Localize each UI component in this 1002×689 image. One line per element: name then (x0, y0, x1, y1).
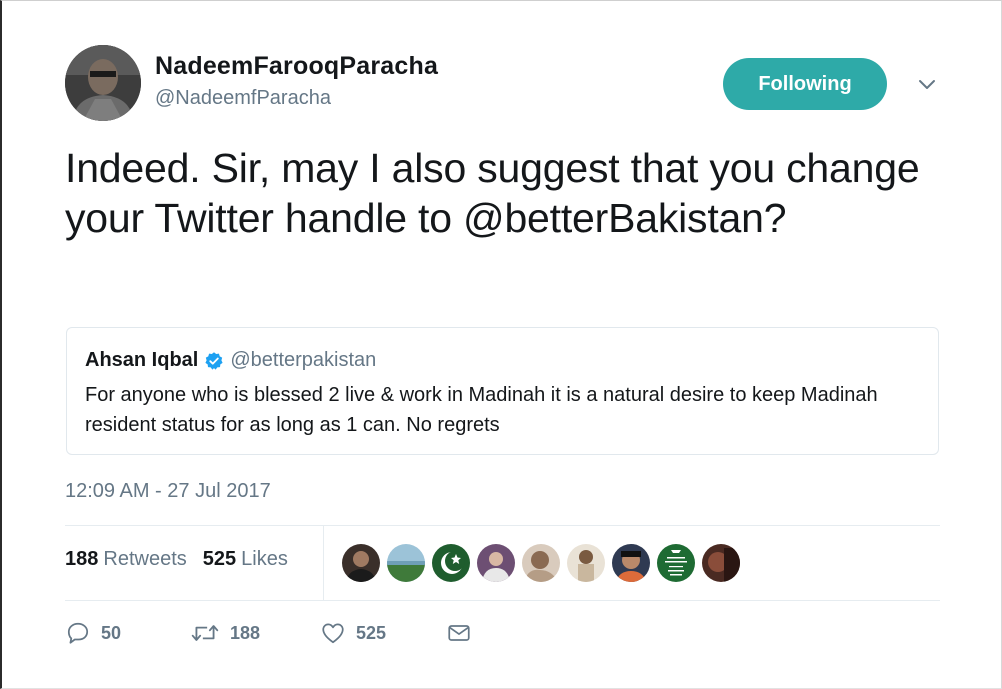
tweet-text: Indeed. Sir, may I also suggest that you… (65, 145, 920, 241)
retweet-icon (191, 625, 219, 641)
liker-avatars (342, 544, 747, 582)
quoted-author-name: Ahsan Iqbal (85, 349, 199, 371)
following-button[interactable]: Following (723, 58, 887, 110)
likes-label[interactable]: Likes (241, 548, 288, 571)
quoted-tweet-text: For anyone who is blessed 2 live & work … (85, 384, 878, 436)
quoted-tweet[interactable]: Ahsan Iqbal @betterpakistan For anyone w… (66, 327, 939, 455)
tweet-stats: 188 Retweets 525 Likes (65, 548, 288, 571)
author-handle[interactable]: @NadeemfParacha (155, 87, 331, 110)
heart-icon (322, 623, 344, 644)
author-display-name[interactable]: NadeemFarooqParacha (155, 52, 438, 81)
verified-badge-icon (205, 351, 223, 370)
retweet-count: 188 (230, 622, 261, 643)
liker-avatar-9[interactable] (702, 544, 740, 582)
tweet-actions: 50 188 525 (65, 620, 472, 646)
quoted-author-handle: @betterpakistan (230, 349, 377, 371)
envelope-icon (448, 625, 470, 641)
liker-avatar-1[interactable] (342, 544, 380, 582)
profile-photo-icon (65, 45, 141, 121)
likes-count[interactable]: 525 (203, 548, 236, 571)
retweet-button[interactable]: 188 (190, 620, 320, 646)
like-button[interactable]: 525 (320, 620, 446, 646)
direct-message-button[interactable] (446, 620, 472, 646)
liker-avatar-3[interactable] (432, 544, 470, 582)
liker-avatar-7[interactable] (612, 544, 650, 582)
actions-divider (65, 600, 940, 601)
reply-icon (67, 622, 89, 644)
reply-button[interactable]: 50 (65, 620, 185, 646)
liker-avatar-5[interactable] (522, 544, 560, 582)
retweets-count[interactable]: 188 (65, 548, 98, 571)
like-count: 525 (356, 622, 387, 643)
stats-divider-top (65, 525, 940, 526)
retweets-label[interactable]: Retweets (103, 548, 186, 571)
quoted-tweet-header: Ahsan Iqbal @betterpakistan (85, 349, 376, 372)
stats-separator (323, 526, 324, 600)
liker-avatar-2[interactable] (387, 544, 425, 582)
tweet-timestamp[interactable]: 12:09 AM - 27 Jul 2017 (65, 480, 271, 503)
liker-avatar-8[interactable] (657, 544, 695, 582)
liker-avatar-4[interactable] (477, 544, 515, 582)
chevron-down-icon[interactable] (915, 72, 939, 96)
liker-avatar-6[interactable] (567, 544, 605, 582)
author-avatar[interactable] (65, 45, 141, 121)
reply-count: 50 (101, 622, 122, 643)
